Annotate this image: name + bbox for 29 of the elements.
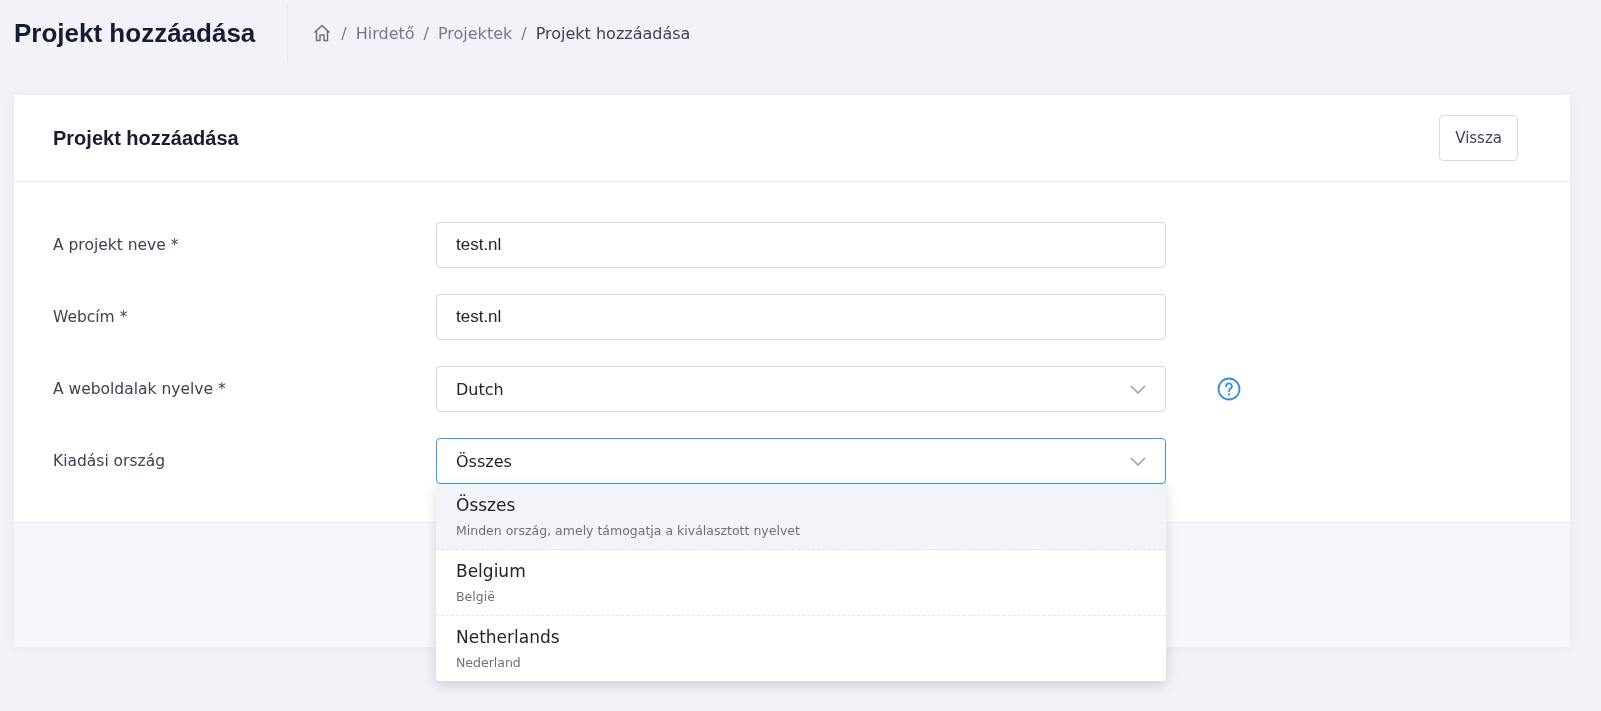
card-title: Projekt hozzáadása [53, 126, 239, 150]
field-label: Webcím * [53, 308, 129, 326]
text-input-field[interactable]: test.nl [436, 294, 1166, 340]
field-label: A projekt neve * [53, 236, 180, 254]
dropdown-option[interactable]: Netherlands Nederland [436, 616, 1166, 681]
option-label: Netherlands [456, 626, 561, 649]
field-label: A weboldalak nyelve * [53, 380, 227, 398]
option-label: Összes [456, 493, 517, 517]
page-title: Projekt hozzáadása [14, 17, 256, 49]
dropdown-option[interactable]: Összes Minden ország, amely támogatja a kiválasztott nyelvet [436, 484, 1166, 550]
help-icon[interactable] [1217, 377, 1241, 401]
breadcrumb-current: Projekt hozzáadása [535, 23, 691, 43]
breadcrumb-link[interactable]: Hirdető [355, 23, 415, 43]
chevron-down-icon [1130, 384, 1146, 394]
option-description: Minden ország, amely támogatja a kiválasztott nyelvet [456, 523, 801, 538]
select-field[interactable]: Összes [436, 438, 1166, 484]
field-label: Kiadási ország [53, 452, 167, 470]
chevron-down-icon [1130, 456, 1146, 466]
breadcrumb-separator: / [423, 23, 429, 43]
select-field[interactable]: Dutch [436, 366, 1166, 412]
option-label: Belgium [456, 560, 527, 583]
option-description: België [456, 589, 496, 604]
breadcrumb-separator: / [341, 23, 347, 43]
back-button[interactable]: Vissza [1439, 115, 1518, 161]
breadcrumb-separator: / [521, 23, 527, 43]
option-description: Nederland [456, 655, 522, 670]
text-input-field[interactable]: test.nl [436, 222, 1166, 268]
breadcrumb-link[interactable]: Projektek [437, 23, 513, 43]
home-icon[interactable] [312, 23, 333, 43]
